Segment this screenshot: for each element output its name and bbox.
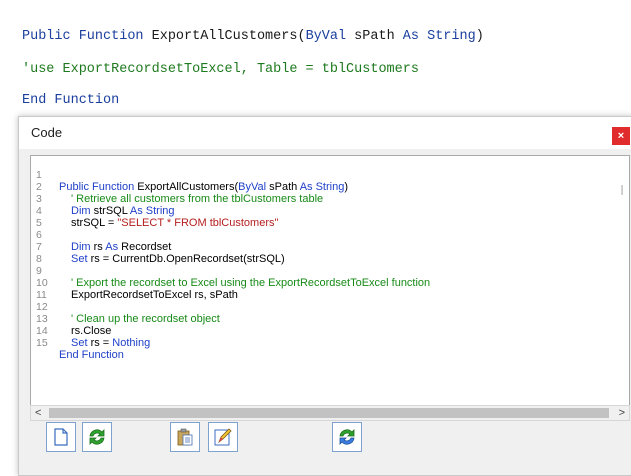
code-line: 7 Set rs = CurrentDb.OpenRecordset(strSQ… (31, 229, 629, 265)
background-code-line-3: End Function (22, 93, 120, 108)
paste-button[interactable] (170, 422, 200, 452)
refresh-button[interactable] (82, 422, 112, 452)
code-editor[interactable]: 1 Public Function ExportAllCustomers(ByV… (30, 155, 630, 406)
dialog-titlebar[interactable]: Code × (19, 117, 631, 149)
refresh-icon (89, 429, 105, 445)
code-line: 1 Public Function ExportAllCustomers(ByV… (31, 157, 629, 193)
text-cursor-icon: Ⅰ (620, 182, 625, 198)
dialog-title: Code (31, 125, 63, 140)
scrollbar-thumb[interactable] (49, 408, 609, 418)
bg-text: ExportAllCustomers( (143, 29, 306, 44)
line-number: 15 (36, 337, 48, 349)
scroll-right-button[interactable]: > (619, 406, 625, 420)
bg-keyword: As String (402, 29, 476, 44)
code-line: 8 (31, 241, 629, 265)
bg-keyword: ByVal (305, 29, 347, 44)
code-line: 12 ' Clean up the recordset object (31, 289, 629, 325)
bg-keyword: Public Function (22, 29, 144, 44)
code-line: 2 ' Retrieve all customers from the tblC… (31, 169, 629, 205)
background-code-line-1: Public Function ExportAllCustomers(ByVal… (22, 29, 484, 44)
code-line: 10 ExportRecordsetToExcel rs, sPath (31, 265, 629, 301)
code-line: 15 End Function (31, 325, 629, 361)
code-line: 13 rs.Close (31, 301, 629, 337)
code-line: 14 Set rs = Nothing (31, 313, 629, 349)
code-line: 3 Dim strSQL As String (31, 181, 629, 217)
paste-icon (177, 428, 193, 446)
close-button[interactable]: × (612, 127, 630, 145)
bg-text: sPath (346, 29, 403, 44)
scroll-left-button[interactable]: < (35, 406, 41, 420)
edit-button[interactable] (208, 422, 238, 452)
horizontal-scrollbar[interactable]: < > (30, 405, 630, 421)
code-line: 5 (31, 205, 629, 229)
code-text: rs = (87, 337, 113, 349)
code-line: 9 ' Export the recordset to Excel using … (31, 253, 629, 289)
code-line: 6 Dim rs As Recordset (31, 217, 629, 253)
edit-icon (214, 428, 232, 446)
refresh-all-button[interactable] (332, 422, 362, 452)
code-dialog: Code × 1 Public Function ExportAllCustom… (18, 116, 631, 476)
code-keyword: Set (71, 337, 88, 349)
bg-text: ) (475, 29, 484, 44)
refresh-icon (339, 429, 355, 445)
background-code-line-2: 'use ExportRecordsetToExcel, Table = tbl… (22, 62, 419, 77)
code-line: 11 (31, 277, 629, 301)
code-line: 4 strSQL = "SELECT * FROM tblCustomers" (31, 193, 629, 229)
code-keyword: End Function (59, 349, 124, 361)
code-keyword: Nothing (112, 337, 151, 349)
new-document-button[interactable] (46, 422, 76, 452)
new-document-icon (54, 428, 68, 446)
